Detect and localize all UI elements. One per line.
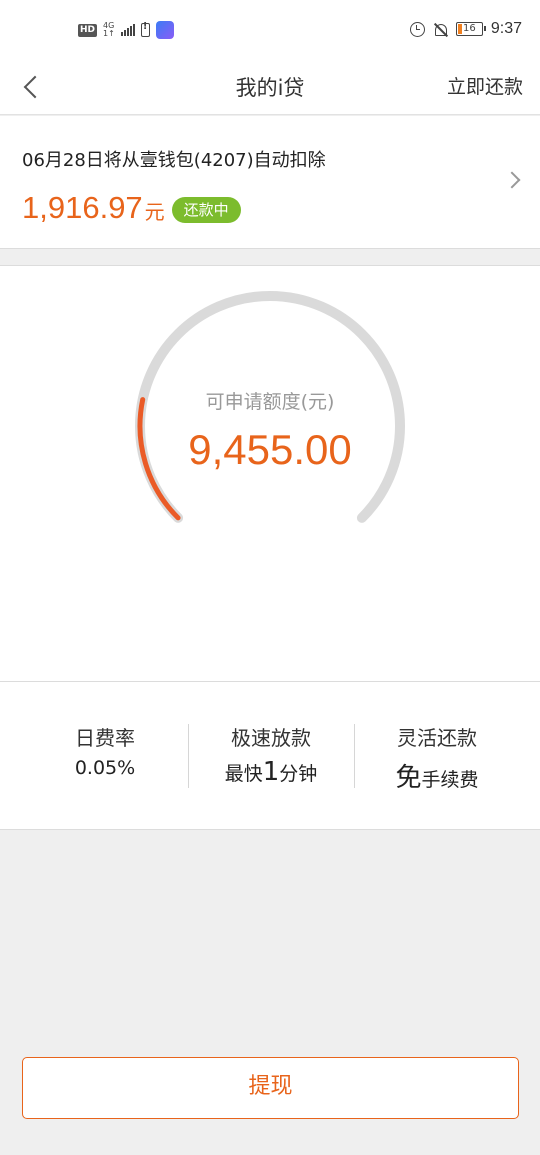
feature-title: 日费率 xyxy=(75,726,135,750)
network-type-icon: 4G 1↑ xyxy=(103,22,115,38)
battery-level: 16 xyxy=(462,23,476,34)
repayment-card[interactable]: 06月28日将从壹钱包(4207)自动扣除 1,916.97 元 还款中 xyxy=(0,116,540,249)
status-bar: HD 4G 1↑ 16 9:37 xyxy=(0,0,540,62)
sim-alert-icon xyxy=(140,21,150,37)
battery-fill xyxy=(457,24,462,34)
battery-icon: 16 xyxy=(455,22,486,36)
feature-title: 灵活还款 xyxy=(397,726,477,750)
quota-gauge-section: 可申请额度(元) 9,455.00 xyxy=(0,265,540,682)
feature-fast-loan: 极速放款 最快1分钟 xyxy=(188,722,354,787)
repay-now-button[interactable]: 立即还款 xyxy=(447,72,523,99)
status-left: HD 4G 1↑ xyxy=(78,21,174,39)
quota-gauge xyxy=(135,291,405,523)
mute-bell-icon xyxy=(433,22,448,37)
repayment-amount: 1,916.97 xyxy=(22,190,143,225)
feature-title: 极速放款 xyxy=(231,726,311,750)
features-row: 日费率 0.05% 极速放款 最快1分钟 灵活还款 免手续费 xyxy=(0,682,540,830)
feature-value-suffix: 手续费 xyxy=(421,769,479,791)
withdraw-button[interactable]: 提现 xyxy=(22,1057,519,1119)
app-header: 我的i贷 立即还款 xyxy=(0,62,540,115)
feature-value: 最快1分钟 xyxy=(188,757,354,787)
clock: 9:37 xyxy=(490,20,522,37)
repayment-description: 06月28日将从壹钱包(4207)自动扣除 xyxy=(22,150,326,171)
quota-label: 可申请额度(元) xyxy=(205,391,335,413)
feature-flexible-repay: 灵活还款 免手续费 xyxy=(354,722,520,794)
feature-value-highlight: 1 xyxy=(262,757,280,787)
feature-value: 0.05% xyxy=(74,757,136,779)
chevron-right-icon xyxy=(503,171,521,189)
feature-daily-rate: 日费率 0.05% xyxy=(22,722,188,779)
quota-value: 9,455.00 xyxy=(188,426,352,473)
feature-value-prefix: 最快 xyxy=(224,763,263,785)
network-activity-label: 1↑ xyxy=(103,29,115,38)
repayment-amount-row: 1,916.97 元 还款中 xyxy=(22,191,241,225)
feature-value: 免手续费 xyxy=(354,757,520,794)
repayment-unit: 元 xyxy=(144,200,165,224)
status-badge: 还款中 xyxy=(171,197,241,223)
app-notification-icon xyxy=(155,21,174,39)
hd-icon: HD xyxy=(78,23,98,37)
signal-icon xyxy=(120,24,135,36)
status-right: 16 9:37 xyxy=(409,20,522,38)
feature-value-highlight: 免 xyxy=(395,763,422,793)
alarm-icon xyxy=(409,21,425,37)
feature-value-suffix: 分钟 xyxy=(279,763,318,785)
